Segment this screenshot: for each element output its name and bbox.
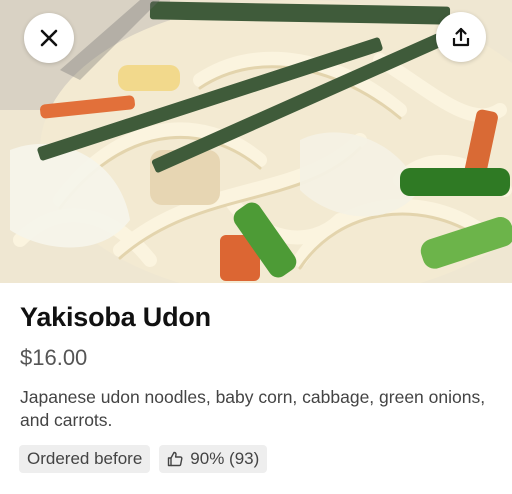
item-title: Yakisoba Udon [20,302,211,332]
item-detail-page: Yakisoba Udon $16.00 Japanese udon noodl… [0,0,512,494]
close-button[interactable] [24,13,74,63]
item-badges: Ordered before 90% (93) [19,445,268,473]
item-description: Japanese udon noodles, baby corn, cabbag… [20,387,486,430]
rating-badge: 90% (93) [159,445,268,473]
close-icon [40,29,58,47]
thumbs-up-icon [167,451,183,467]
dish-photo [0,0,512,283]
ordered-before-badge: Ordered before [19,445,151,473]
share-icon [452,27,470,47]
rating-label: 90% (93) [190,449,260,468]
share-button[interactable] [436,12,486,62]
ordered-before-label: Ordered before [27,449,143,468]
item-price: $16.00 [20,345,88,370]
